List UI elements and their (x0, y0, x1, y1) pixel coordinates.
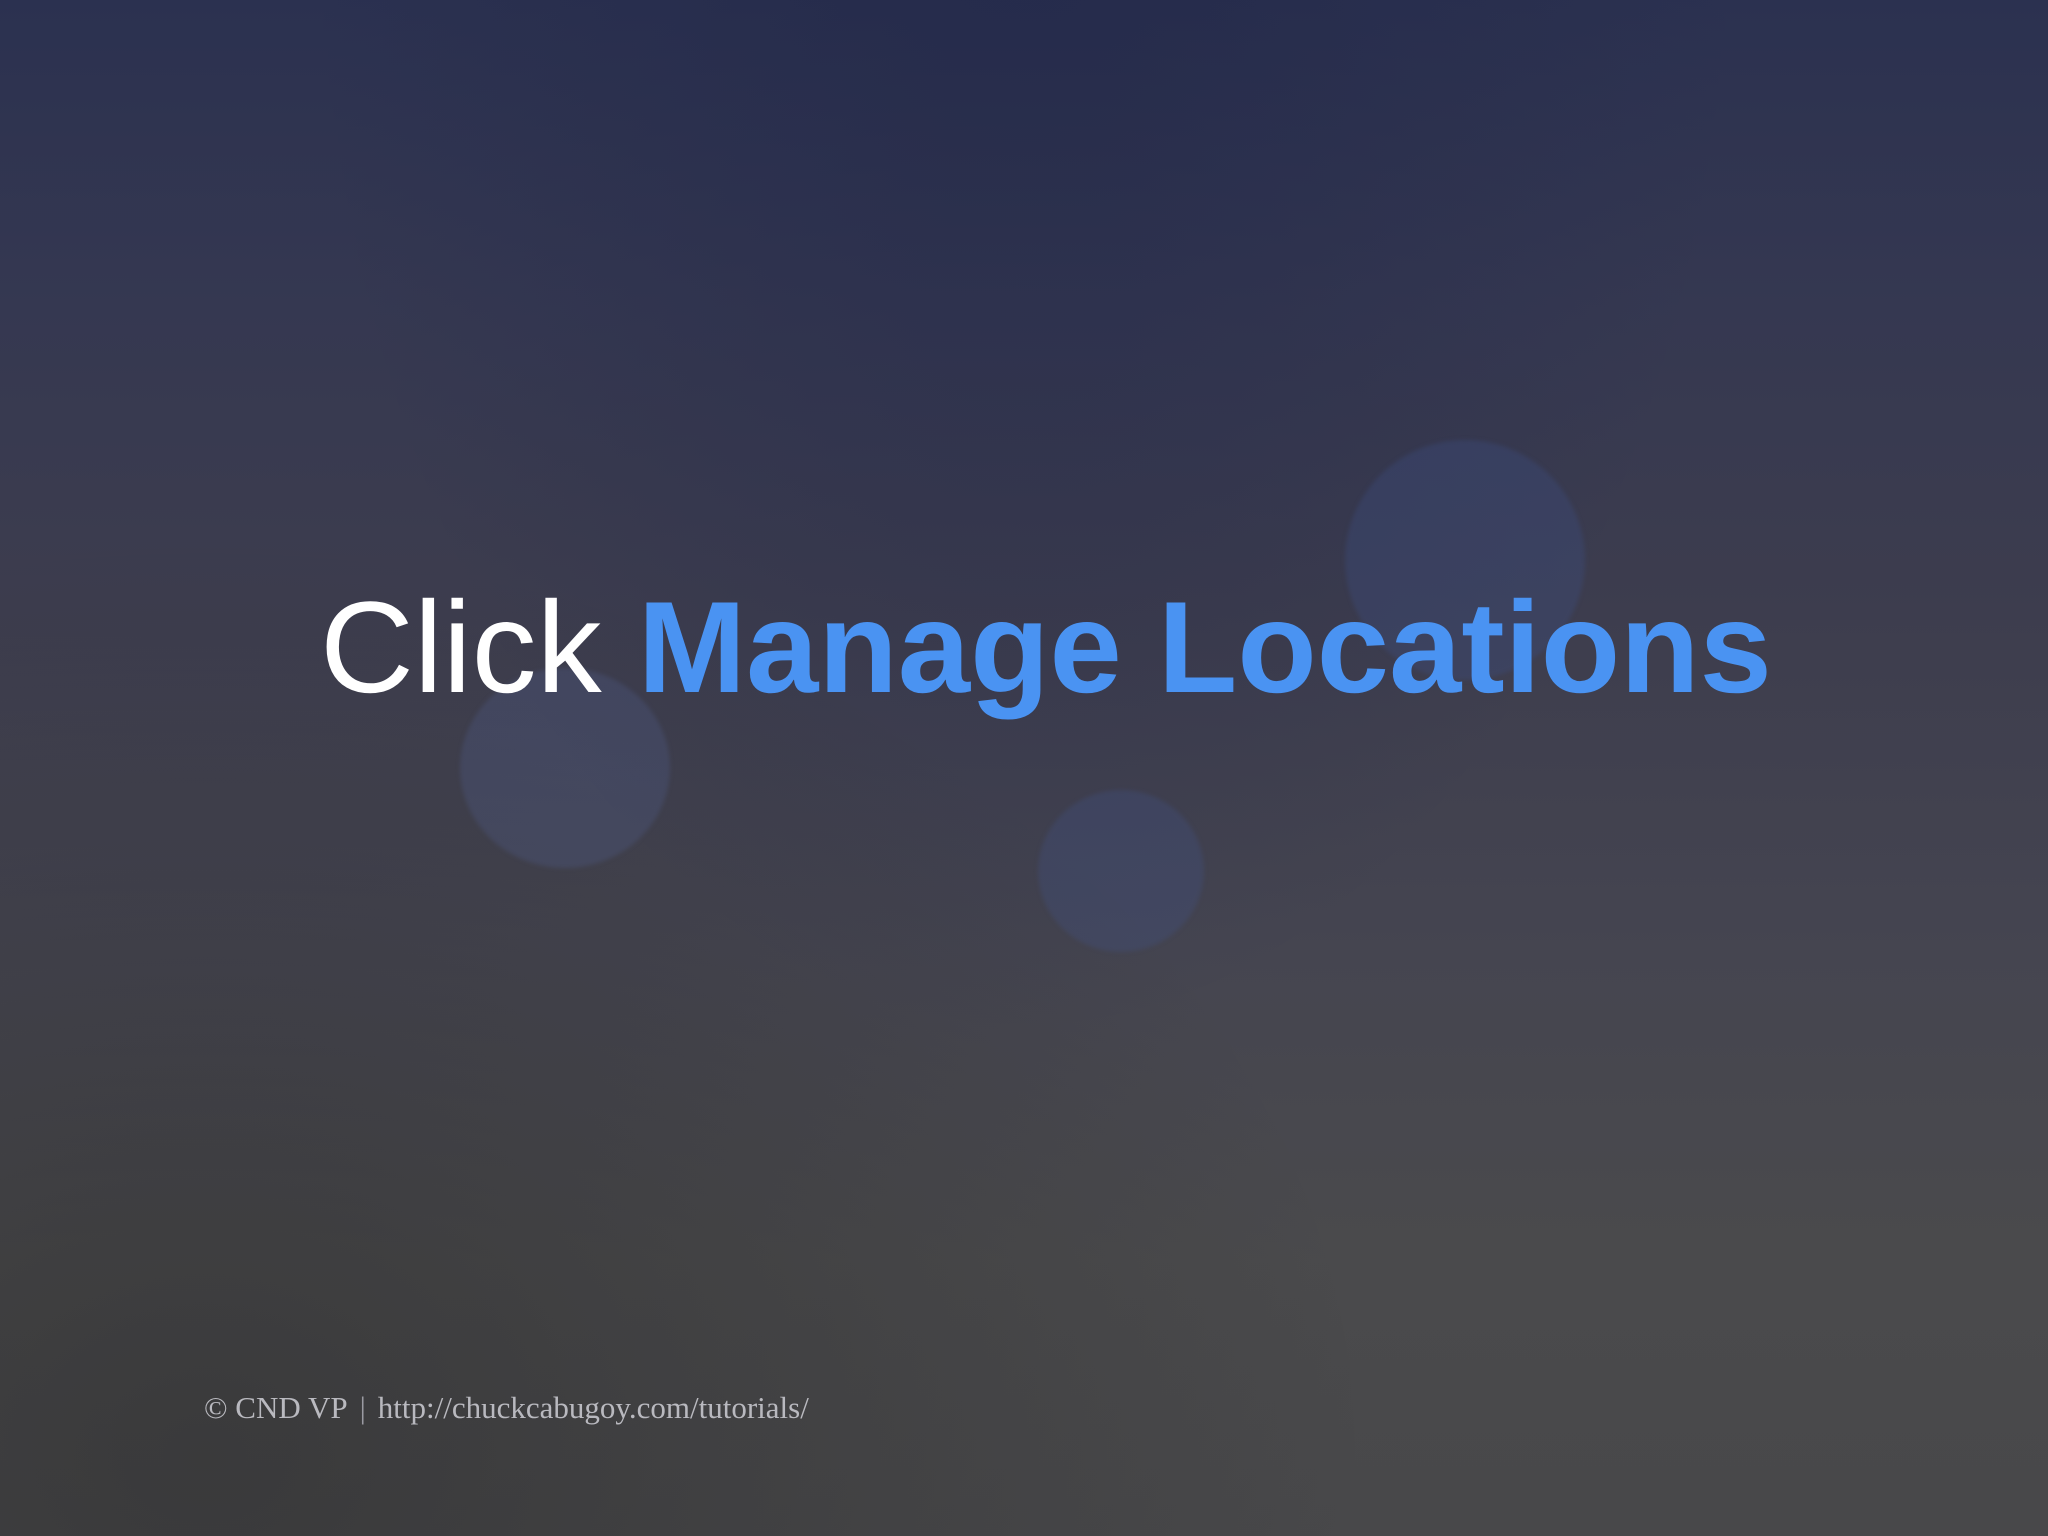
headline-target-text: Manage Locations (637, 574, 1772, 720)
footer-separator: | (359, 1390, 366, 1425)
bokeh-circle (1038, 790, 1204, 952)
background-vignette (0, 0, 2048, 1536)
slide-headline: Click Manage Locations (320, 582, 1772, 712)
headline-lead-text: Click (320, 574, 602, 720)
slide: { "headline": { "lead": "Click", "target… (0, 0, 2048, 1536)
copyright-text: © CND VP (204, 1390, 348, 1425)
footer-url: http://chuckcabugoy.com/tutorials/ (377, 1390, 809, 1425)
slide-footer: © CND VP | http://chuckcabugoy.com/tutoria… (204, 1390, 809, 1426)
